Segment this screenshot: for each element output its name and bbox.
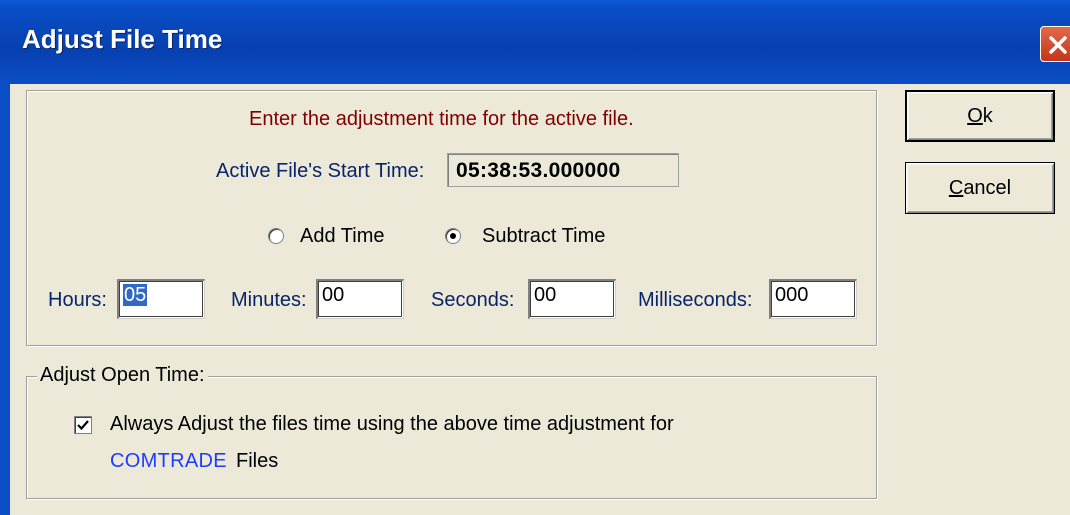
add-time-radio[interactable] bbox=[268, 228, 284, 244]
window-frame-left bbox=[0, 84, 10, 515]
cancel-mnemonic: C bbox=[948, 176, 964, 199]
minutes-label: Minutes: bbox=[231, 289, 307, 311]
close-button[interactable] bbox=[1040, 26, 1070, 62]
always-adjust-checkbox[interactable] bbox=[74, 416, 92, 434]
milliseconds-input[interactable]: 000 bbox=[769, 279, 857, 319]
file-type-label: COMTRADE bbox=[110, 450, 227, 472]
ok-label: k bbox=[982, 104, 993, 127]
milliseconds-label: Milliseconds: bbox=[638, 289, 753, 311]
add-time-label[interactable]: Add Time bbox=[300, 225, 384, 248]
window-title: Adjust File Time bbox=[22, 24, 223, 54]
radio-selected-dot bbox=[450, 233, 456, 239]
open-time-group bbox=[26, 376, 877, 499]
always-adjust-label[interactable]: Always Adjust the files time using the a… bbox=[110, 413, 674, 436]
seconds-label: Seconds: bbox=[431, 289, 515, 311]
hours-label: Hours: bbox=[48, 289, 107, 311]
files-label: Files bbox=[236, 450, 279, 472]
close-icon bbox=[1049, 36, 1067, 54]
hours-value: 05 bbox=[123, 284, 148, 306]
subtract-time-label[interactable]: Subtract Time bbox=[482, 225, 605, 248]
checkmark-icon bbox=[77, 420, 89, 431]
start-time-value: 05:38:53.000000 bbox=[447, 153, 679, 187]
hours-input[interactable]: 05 bbox=[117, 279, 205, 319]
ok-button[interactable]: Ok bbox=[905, 90, 1055, 142]
minutes-input[interactable]: 00 bbox=[316, 279, 404, 319]
seconds-input[interactable]: 00 bbox=[528, 279, 616, 319]
open-time-legend: Adjust Open Time: bbox=[37, 364, 208, 387]
ok-mnemonic: O bbox=[967, 104, 983, 127]
instruction-text: Enter the adjustment time for the active… bbox=[249, 108, 634, 130]
subtract-time-radio[interactable] bbox=[445, 228, 461, 244]
cancel-label: ancel bbox=[963, 176, 1012, 199]
start-time-label: Active File's Start Time: bbox=[216, 160, 425, 182]
cancel-button[interactable]: Cancel bbox=[905, 162, 1055, 214]
